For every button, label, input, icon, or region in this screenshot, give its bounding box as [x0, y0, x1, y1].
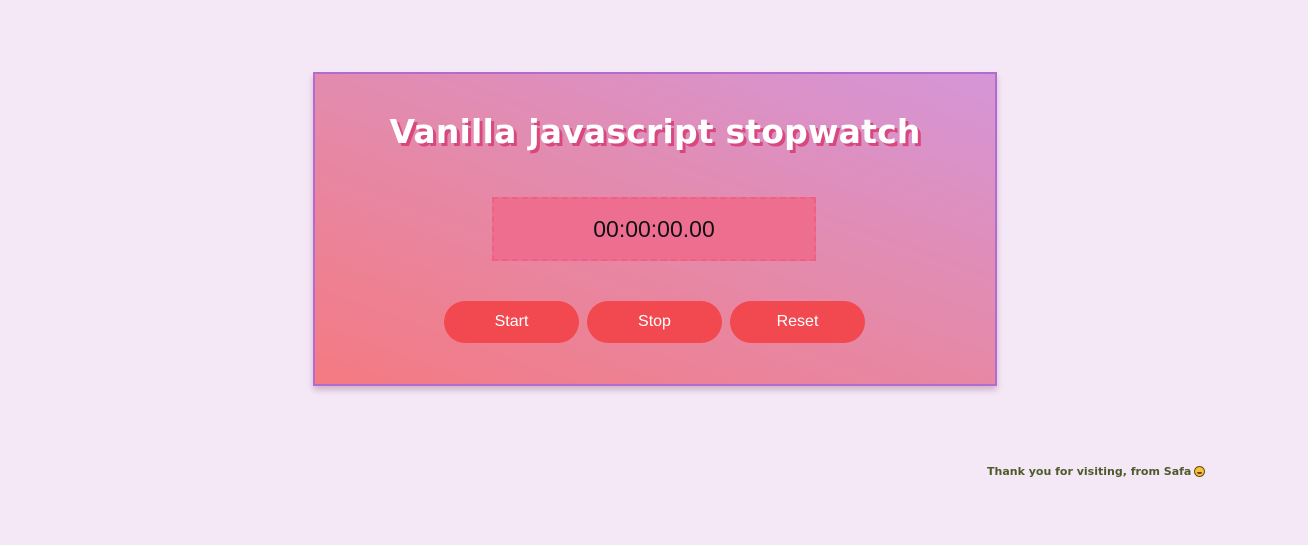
page-title: Vanilla javascript stopwatch: [389, 112, 921, 151]
timer-display: 00:00:00.00: [492, 197, 816, 261]
footer-message: Thank you for visiting, from Safa: [987, 465, 1206, 478]
controls-group: Start Stop Reset: [444, 301, 865, 343]
reset-button[interactable]: Reset: [730, 301, 865, 343]
stopwatch-card: Vanilla javascript stopwatch 00:00:00.00…: [313, 72, 997, 386]
grinning-face-icon: [1194, 466, 1206, 477]
footer-text: Thank you for visiting, from Safa: [987, 465, 1192, 478]
start-button[interactable]: Start: [444, 301, 579, 343]
stop-button[interactable]: Stop: [587, 301, 722, 343]
